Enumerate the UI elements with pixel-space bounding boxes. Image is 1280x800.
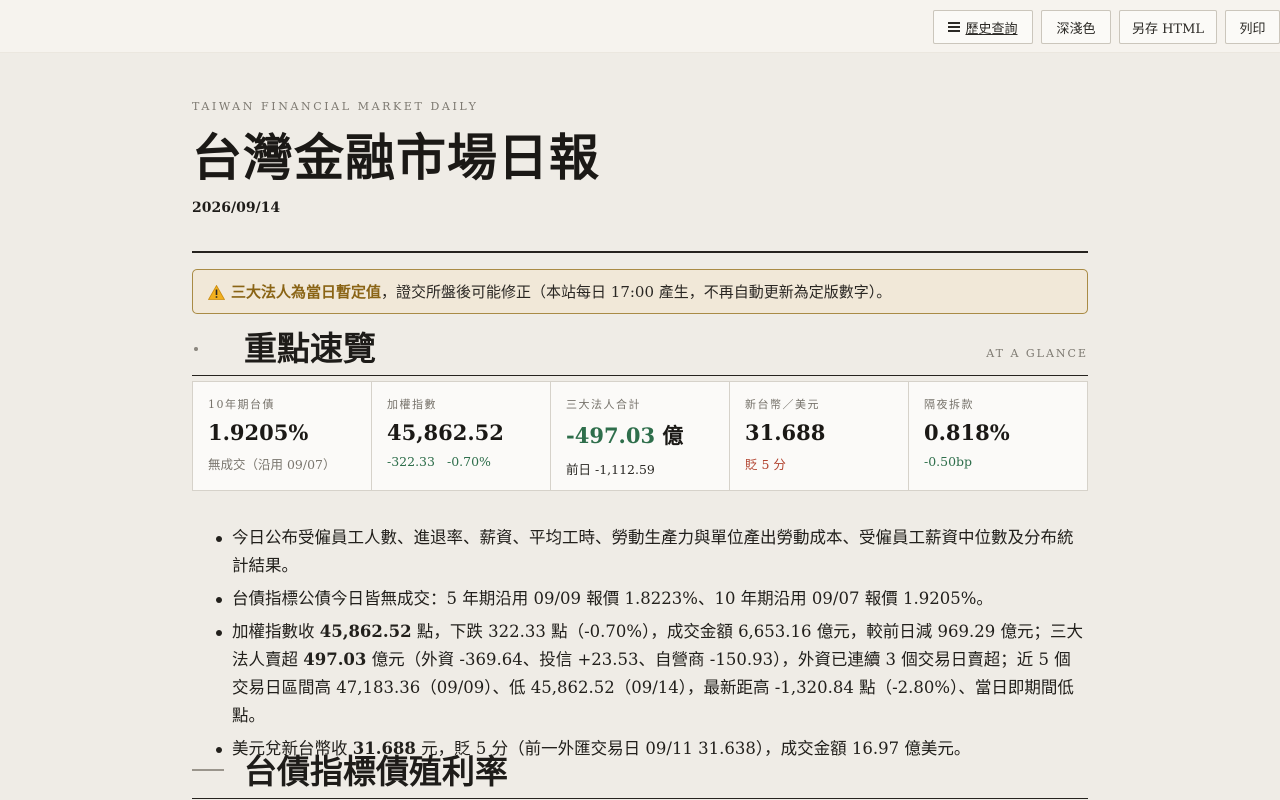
card-overnight-rate: 隔夜拆款 0.818% -0.50bp bbox=[909, 382, 1087, 490]
list-item: 今日公布受僱員工人數、進退率、薪資、平均工時、勞動生產力與單位產出勞動成本、受僱… bbox=[214, 524, 1084, 580]
print-button[interactable]: 列印 bbox=[1225, 10, 1280, 44]
report-date: 2026/09/14 bbox=[192, 200, 281, 216]
card-sub: 前日 -1,112.59 bbox=[566, 462, 655, 477]
card-twd-usd: 新台幣／美元 31.688 貶 5 分 bbox=[730, 382, 909, 490]
list-item: 加權指數收 45,862.52 點，下跌 322.33 點（-0.70%），成交… bbox=[214, 618, 1084, 730]
card-sub: -322.33 -0.70% bbox=[387, 454, 550, 469]
provisional-notice: 三大法人為當日暫定值 ，證交所盤後可能修正（本站每日 17:00 產生，不再自動更… bbox=[192, 269, 1088, 314]
menu-icon bbox=[948, 22, 961, 32]
report-kicker: TAIWAN FINANCIAL MARKET DAILY bbox=[192, 100, 479, 113]
theme-toggle-button[interactable]: 深淺色 bbox=[1041, 10, 1111, 44]
section-divider bbox=[192, 375, 1088, 376]
glance-cards: 10年期台債 1.9205% 無成交（沿用 09/07） 加權指數 45,862… bbox=[192, 381, 1088, 491]
top-toolbar: 歷史查詢 深淺色 另存 HTML 列印 bbox=[0, 0, 1280, 53]
page-title: 台灣金融市場日報 bbox=[192, 128, 600, 187]
card-sub: -0.50bp bbox=[924, 454, 973, 469]
card-label: 隔夜拆款 bbox=[924, 398, 974, 411]
section-divider bbox=[192, 798, 1088, 799]
save-html-button[interactable]: 另存 HTML bbox=[1119, 10, 1217, 44]
card-value: 1.9205% bbox=[208, 420, 309, 445]
institutional-net-value: -497.03 bbox=[566, 423, 656, 448]
card-value: -497.03 億 bbox=[566, 420, 729, 450]
card-value: 31.688 bbox=[745, 420, 826, 445]
yield-section-title: 台債指標債殖利率 bbox=[244, 752, 508, 791]
history-query-label: 歷史查詢 bbox=[965, 21, 1018, 37]
card-sub: 貶 5 分 bbox=[745, 457, 786, 472]
list-item: 台債指標公債今日皆無成交：5 年期沿用 09/09 報價 1.8223%、10 … bbox=[214, 585, 1084, 613]
taiex-change-points: -322.33 bbox=[387, 454, 435, 469]
card-label: 加權指數 bbox=[387, 398, 437, 411]
notice-text: ，證交所盤後可能修正（本站每日 17:00 產生，不再自動更新為定版數字）。 bbox=[381, 283, 892, 301]
card-label: 三大法人合計 bbox=[566, 398, 641, 411]
card-sub: 無成交（沿用 09/07） bbox=[208, 457, 336, 472]
card-institutional: 三大法人合計 -497.03 億 前日 -1,112.59 bbox=[551, 382, 730, 490]
header-divider bbox=[192, 251, 1088, 253]
glance-section-title: 重點速覽 bbox=[244, 329, 376, 368]
card-label: 10年期台債 bbox=[208, 398, 275, 411]
section-bullet-icon bbox=[194, 347, 198, 351]
card-10y-bond: 10年期台債 1.9205% 無成交（沿用 09/07） bbox=[193, 382, 372, 490]
card-label: 新台幣／美元 bbox=[745, 398, 820, 411]
card-value: 0.818% bbox=[924, 420, 1010, 445]
notice-emphasis: 三大法人為當日暫定值 bbox=[231, 283, 382, 301]
section-dash-icon bbox=[192, 769, 224, 771]
history-query-button[interactable]: 歷史查詢 bbox=[933, 10, 1033, 44]
taiex-change-percent: -0.70% bbox=[446, 454, 491, 469]
unit-label: 億 bbox=[662, 423, 684, 448]
card-taiex: 加權指數 45,862.52 -322.33 -0.70% bbox=[372, 382, 551, 490]
glance-section-subtitle: AT A GLANCE bbox=[986, 347, 1088, 360]
warning-icon bbox=[208, 285, 225, 300]
card-value: 45,862.52 bbox=[387, 420, 504, 445]
summary-bullets: 今日公布受僱員工人數、進退率、薪資、平均工時、勞動生產力與單位產出勞動成本、受僱… bbox=[214, 524, 1084, 768]
